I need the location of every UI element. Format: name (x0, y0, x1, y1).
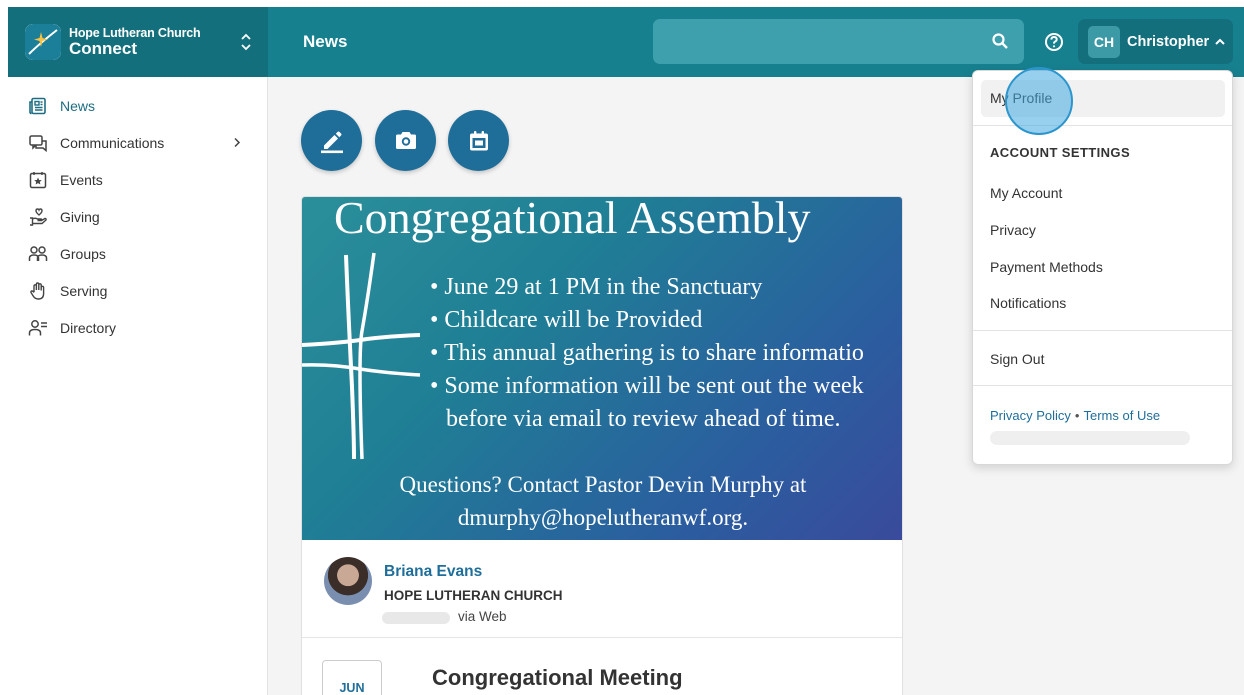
newspaper-icon (28, 96, 48, 116)
help-icon[interactable] (1044, 32, 1064, 52)
search-box[interactable] (653, 19, 1024, 64)
hand-icon (28, 281, 48, 301)
user-dropdown-menu: My Profile ACCOUNT SETTINGS My Account P… (972, 70, 1233, 465)
sidebar-item-groups[interactable]: Groups (8, 235, 267, 272)
legal-links: Privacy Policy • Terms of Use (990, 407, 1160, 425)
search-input[interactable] (653, 19, 983, 64)
cross-icon (302, 252, 421, 460)
banner-bullet: • Childcare will be Provided (430, 307, 703, 333)
new-photo-button[interactable] (375, 110, 436, 171)
chat-bubbles-icon (28, 133, 48, 153)
sidebar-item-label: News (60, 97, 96, 114)
author-organization: HOPE LUTHERAN CHURCH (384, 588, 563, 603)
pencil-icon (320, 131, 343, 153)
camera-icon (395, 131, 416, 149)
app-window: Hope Lutheran Church Connect News CH Chr… (8, 7, 1244, 695)
banner-bullet: before via email to review ahead of time… (446, 406, 841, 432)
calendar-icon (469, 130, 488, 150)
menu-divider (973, 385, 1232, 386)
redacted-timestamp (382, 612, 450, 624)
app-name: Connect (69, 38, 137, 58)
linked-event[interactable]: JUN Congregational Meeting (302, 638, 902, 695)
post-image[interactable]: Congregational Assembly • June 29 at 1 P… (302, 197, 902, 540)
church-logo (25, 24, 61, 60)
banner-bullets: • June 29 at 1 PM in the Sanctuary • Chi… (430, 271, 864, 436)
new-post-button[interactable] (301, 110, 362, 171)
brand-switcher[interactable]: Hope Lutheran Church Connect (8, 7, 268, 77)
menu-item-my-account[interactable]: My Account (990, 185, 1062, 201)
chevron-up-down-icon (241, 33, 251, 51)
menu-section-heading: ACCOUNT SETTINGS (990, 145, 1131, 160)
menu-item-payment-methods[interactable]: Payment Methods (990, 259, 1103, 275)
sidebar-item-news[interactable]: News (8, 87, 267, 124)
sidebar: News Communications Events Giving Groups… (8, 77, 268, 695)
sidebar-item-label: Serving (60, 282, 108, 299)
sidebar-item-directory[interactable]: Directory (8, 309, 267, 346)
link-separator: • (1074, 408, 1080, 423)
event-title[interactable]: Congregational Meeting (432, 665, 683, 691)
avatar: CH (1088, 25, 1120, 58)
user-name: Christopher (1127, 33, 1210, 50)
post-author: Briana Evans HOPE LUTHERAN CHURCH via We… (302, 540, 902, 638)
sidebar-item-label: Communications (60, 134, 165, 151)
privacy-policy-link[interactable]: Privacy Policy (990, 408, 1071, 423)
terms-of-use-link[interactable]: Terms of Use (1083, 408, 1160, 423)
sidebar-item-events[interactable]: Events (8, 161, 267, 198)
banner-bullet: • This annual gathering is to share info… (430, 340, 864, 366)
search-icon[interactable] (991, 32, 1009, 50)
menu-item-sign-out[interactable]: Sign Out (990, 351, 1044, 367)
banner-bullet: • Some information will be sent out the … (430, 373, 864, 399)
menu-item-privacy[interactable]: Privacy (990, 222, 1036, 238)
click-indicator (1005, 67, 1073, 135)
chevron-up-icon (1215, 38, 1225, 45)
sidebar-item-label: Giving (60, 208, 100, 225)
banner-contact-line: Questions? Contact Pastor Devin Murphy a… (399, 472, 807, 497)
sidebar-item-serving[interactable]: Serving (8, 272, 267, 309)
page-title: News (303, 32, 348, 51)
new-event-button[interactable] (448, 110, 509, 171)
banner-title: Congregational Assembly (334, 197, 811, 243)
banner-contact-line: dmurphy@hopelutheranwf.org. (457, 505, 749, 530)
hand-heart-icon (28, 207, 48, 227)
banner-contact: Questions? Contact Pastor Devin Murphy a… (302, 468, 902, 534)
menu-divider (973, 125, 1232, 126)
sidebar-item-label: Directory (60, 319, 117, 336)
chevron-right-icon (234, 137, 241, 148)
sidebar-item-communications[interactable]: Communications (8, 124, 267, 161)
news-post-card[interactable]: Congregational Assembly • June 29 at 1 P… (301, 196, 903, 695)
menu-divider (973, 330, 1232, 331)
menu-item-notifications[interactable]: Notifications (990, 295, 1066, 311)
banner-bullet: • June 29 at 1 PM in the Sanctuary (430, 274, 763, 300)
user-menu-button[interactable]: CH Christopher (1078, 19, 1233, 64)
author-name[interactable]: Briana Evans (384, 563, 482, 581)
post-source: via Web (458, 609, 507, 624)
people-icon (28, 244, 48, 264)
sidebar-item-label: Groups (60, 245, 106, 262)
author-avatar[interactable] (324, 557, 372, 605)
calendar-star-icon (28, 170, 48, 190)
event-date-badge: JUN (322, 660, 382, 695)
person-list-icon (28, 318, 48, 338)
church-name: Hope Lutheran Church (69, 25, 201, 40)
redacted-footer-text (990, 431, 1190, 445)
sidebar-item-giving[interactable]: Giving (8, 198, 267, 235)
top-bar: Hope Lutheran Church Connect News CH Chr… (8, 7, 1244, 77)
sidebar-item-label: Events (60, 171, 103, 188)
